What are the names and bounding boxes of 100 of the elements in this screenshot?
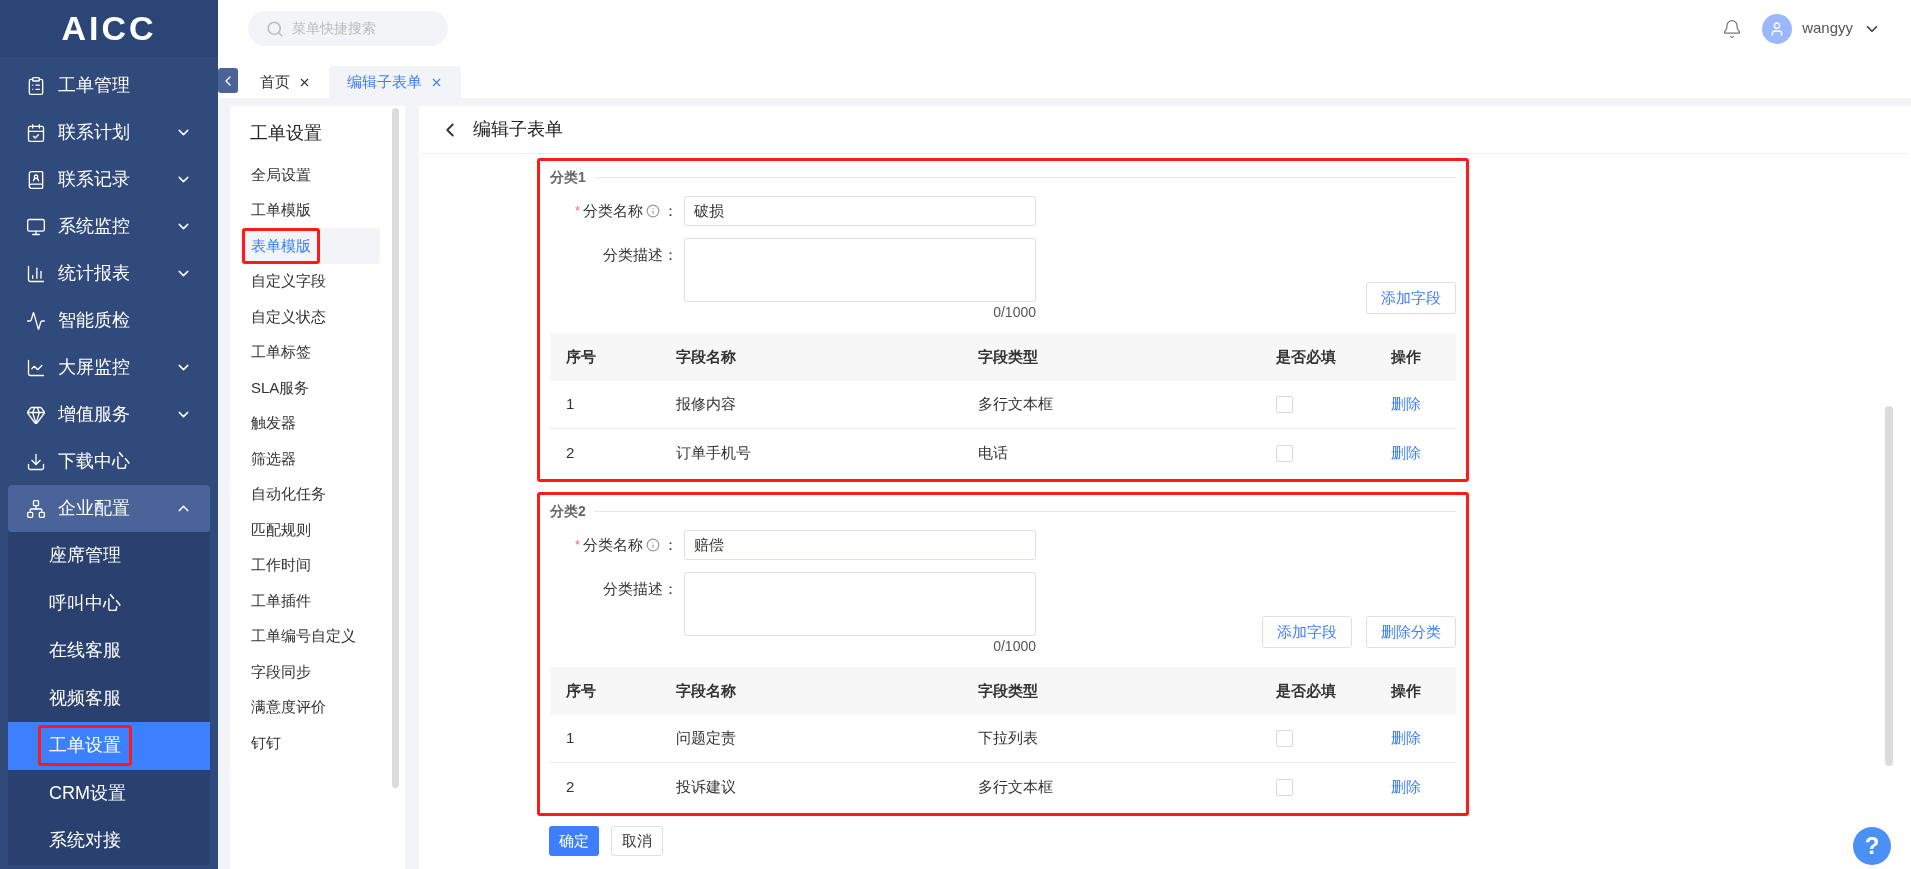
- delete-link[interactable]: 删除: [1391, 441, 1440, 465]
- highlight-frame: 筛选器: [242, 440, 305, 477]
- submenu-item[interactable]: 表单模版: [240, 228, 380, 264]
- column-header: 字段名称: [676, 346, 737, 367]
- highlight-frame: 全局设置: [242, 156, 320, 193]
- delete-link[interactable]: 删除: [1391, 393, 1440, 416]
- monitor-icon: [26, 216, 46, 237]
- submenu-item[interactable]: 钉钉: [240, 725, 380, 761]
- submenu-item[interactable]: 匹配规则: [240, 512, 380, 548]
- highlight-frame: SLA服务: [242, 369, 319, 406]
- colon: ：: [663, 534, 678, 555]
- checkbox[interactable]: [1276, 778, 1293, 796]
- checkbox[interactable]: [1276, 444, 1293, 462]
- tab[interactable]: 首页: [242, 66, 329, 98]
- scrollbar[interactable]: [392, 108, 399, 788]
- column-header: 序号: [566, 346, 597, 367]
- highlight-frame: 座席管理: [38, 535, 132, 577]
- column-header: 是否必填: [1276, 346, 1337, 367]
- name-input[interactable]: 赔偿: [684, 530, 1036, 560]
- column-header: 字段类型: [978, 346, 1039, 367]
- outline-button[interactable]: 添加字段: [1262, 616, 1352, 648]
- collapse-button[interactable]: [218, 68, 238, 93]
- sidebar-subitem[interactable]: 系统对接: [8, 817, 210, 865]
- outline-button[interactable]: 添加字段: [1366, 282, 1456, 314]
- sidebar-item[interactable]: 企业配置: [8, 485, 210, 532]
- section-title: 分类1: [550, 168, 586, 187]
- field-label: 分类名称: [583, 200, 643, 221]
- column-header: 字段名称: [676, 680, 737, 701]
- description-textarea[interactable]: [684, 572, 1036, 636]
- outline-button[interactable]: 删除分类: [1366, 616, 1456, 648]
- submenu-item[interactable]: 字段同步: [240, 654, 380, 690]
- sidebar-item[interactable]: 增值服务: [8, 391, 210, 438]
- highlight-frame: 自定义字段: [242, 263, 335, 300]
- table-cell-text: 问题定责: [676, 728, 737, 749]
- character-counter: 0/1000: [993, 637, 1036, 656]
- diamond-icon: [26, 404, 46, 425]
- bar-chart-icon: [26, 263, 46, 284]
- submenu-item[interactable]: 筛选器: [240, 441, 380, 477]
- submenu-item[interactable]: 自定义状态: [240, 299, 380, 335]
- submenu-item[interactable]: 自定义字段: [240, 263, 380, 299]
- sidebar-subitem[interactable]: 在线客服: [8, 627, 210, 675]
- table-cell-text: 1: [566, 394, 576, 415]
- highlight-frame: 工单插件: [242, 582, 320, 619]
- confirm-button[interactable]: 确定: [549, 826, 599, 856]
- sidebar-item[interactable]: 智能质检: [8, 297, 210, 344]
- submenu-item[interactable]: 触发器: [240, 405, 380, 441]
- submenu-item[interactable]: 工单模版: [240, 192, 380, 228]
- highlight-frame: 视频客服: [38, 677, 132, 719]
- table-cell-text: 2: [566, 442, 576, 463]
- highlight-frame: 钉钉: [242, 724, 290, 761]
- sidebar-item[interactable]: 统计报表: [8, 250, 210, 297]
- colon: ：: [663, 200, 678, 221]
- checkbox[interactable]: [1276, 730, 1293, 747]
- submenu-item[interactable]: SLA服务: [240, 370, 380, 406]
- highlight-frame: 工作时间: [242, 547, 320, 584]
- avatar[interactable]: [1762, 13, 1793, 44]
- name-input[interactable]: 破损: [684, 196, 1036, 226]
- highlight-frame: 表单模版: [242, 227, 320, 264]
- highlight-frame: 自动化任务: [242, 476, 335, 513]
- sidebar-item[interactable]: 联系计划: [8, 109, 210, 156]
- table-cell-text: 多行文本框: [978, 776, 1054, 797]
- info-icon: [646, 204, 660, 218]
- submenu-item[interactable]: 工单标签: [240, 334, 380, 370]
- bell-icon[interactable]: [1722, 18, 1743, 39]
- sidebar-subitem[interactable]: 座席管理: [8, 532, 210, 580]
- table-cell-text: 下拉列表: [978, 728, 1039, 749]
- sidebar-subitem[interactable]: 视频客服: [8, 674, 210, 722]
- pulse-icon: [26, 310, 46, 331]
- table-cell-text: 电话: [978, 442, 1009, 463]
- search-icon: [266, 19, 284, 38]
- character-counter: 0/1000: [993, 303, 1036, 322]
- column-header: 序号: [566, 680, 597, 701]
- delete-link[interactable]: 删除: [1391, 727, 1440, 750]
- scrollbar[interactable]: [1885, 406, 1893, 766]
- info-icon: [646, 538, 660, 552]
- sidebar-item[interactable]: 系统监控: [8, 203, 210, 250]
- sidebar-item[interactable]: 工单管理: [8, 62, 210, 109]
- sidebar-subitem[interactable]: 呼叫中心: [8, 579, 210, 627]
- field-label: 分类描述：: [603, 245, 678, 265]
- highlight-frame: 满意度评价: [242, 689, 335, 726]
- sidebar-item[interactable]: 联系记录: [8, 156, 210, 203]
- submenu-title: 工单设置: [249, 122, 323, 145]
- highlight-frame: 工单标签: [242, 334, 320, 371]
- sidebar-item[interactable]: 下载中心: [8, 438, 210, 485]
- highlight-frame: 工单模版: [242, 192, 320, 229]
- clipboard-icon: [26, 75, 46, 96]
- submenu-item[interactable]: 工作时间: [240, 547, 380, 583]
- description-textarea[interactable]: [684, 238, 1036, 302]
- sidebar-subitem[interactable]: 工单设置: [8, 722, 210, 770]
- sidebar-item[interactable]: 大屏监控: [8, 344, 210, 391]
- checkbox[interactable]: [1276, 396, 1293, 413]
- cancel-button[interactable]: 取消: [611, 826, 663, 856]
- highlight-frame: 呼叫中心: [38, 582, 132, 624]
- submenu-item[interactable]: 自动化任务: [240, 476, 380, 512]
- submenu-item[interactable]: 满意度评价: [240, 689, 380, 725]
- highlight-frame: 工单设置: [38, 725, 132, 767]
- submenu-item[interactable]: 工单插件: [240, 583, 380, 619]
- sidebar-subitem[interactable]: CRM设置: [8, 769, 210, 817]
- delete-link[interactable]: 删除: [1391, 775, 1440, 799]
- submenu-item[interactable]: 全局设置: [240, 157, 380, 193]
